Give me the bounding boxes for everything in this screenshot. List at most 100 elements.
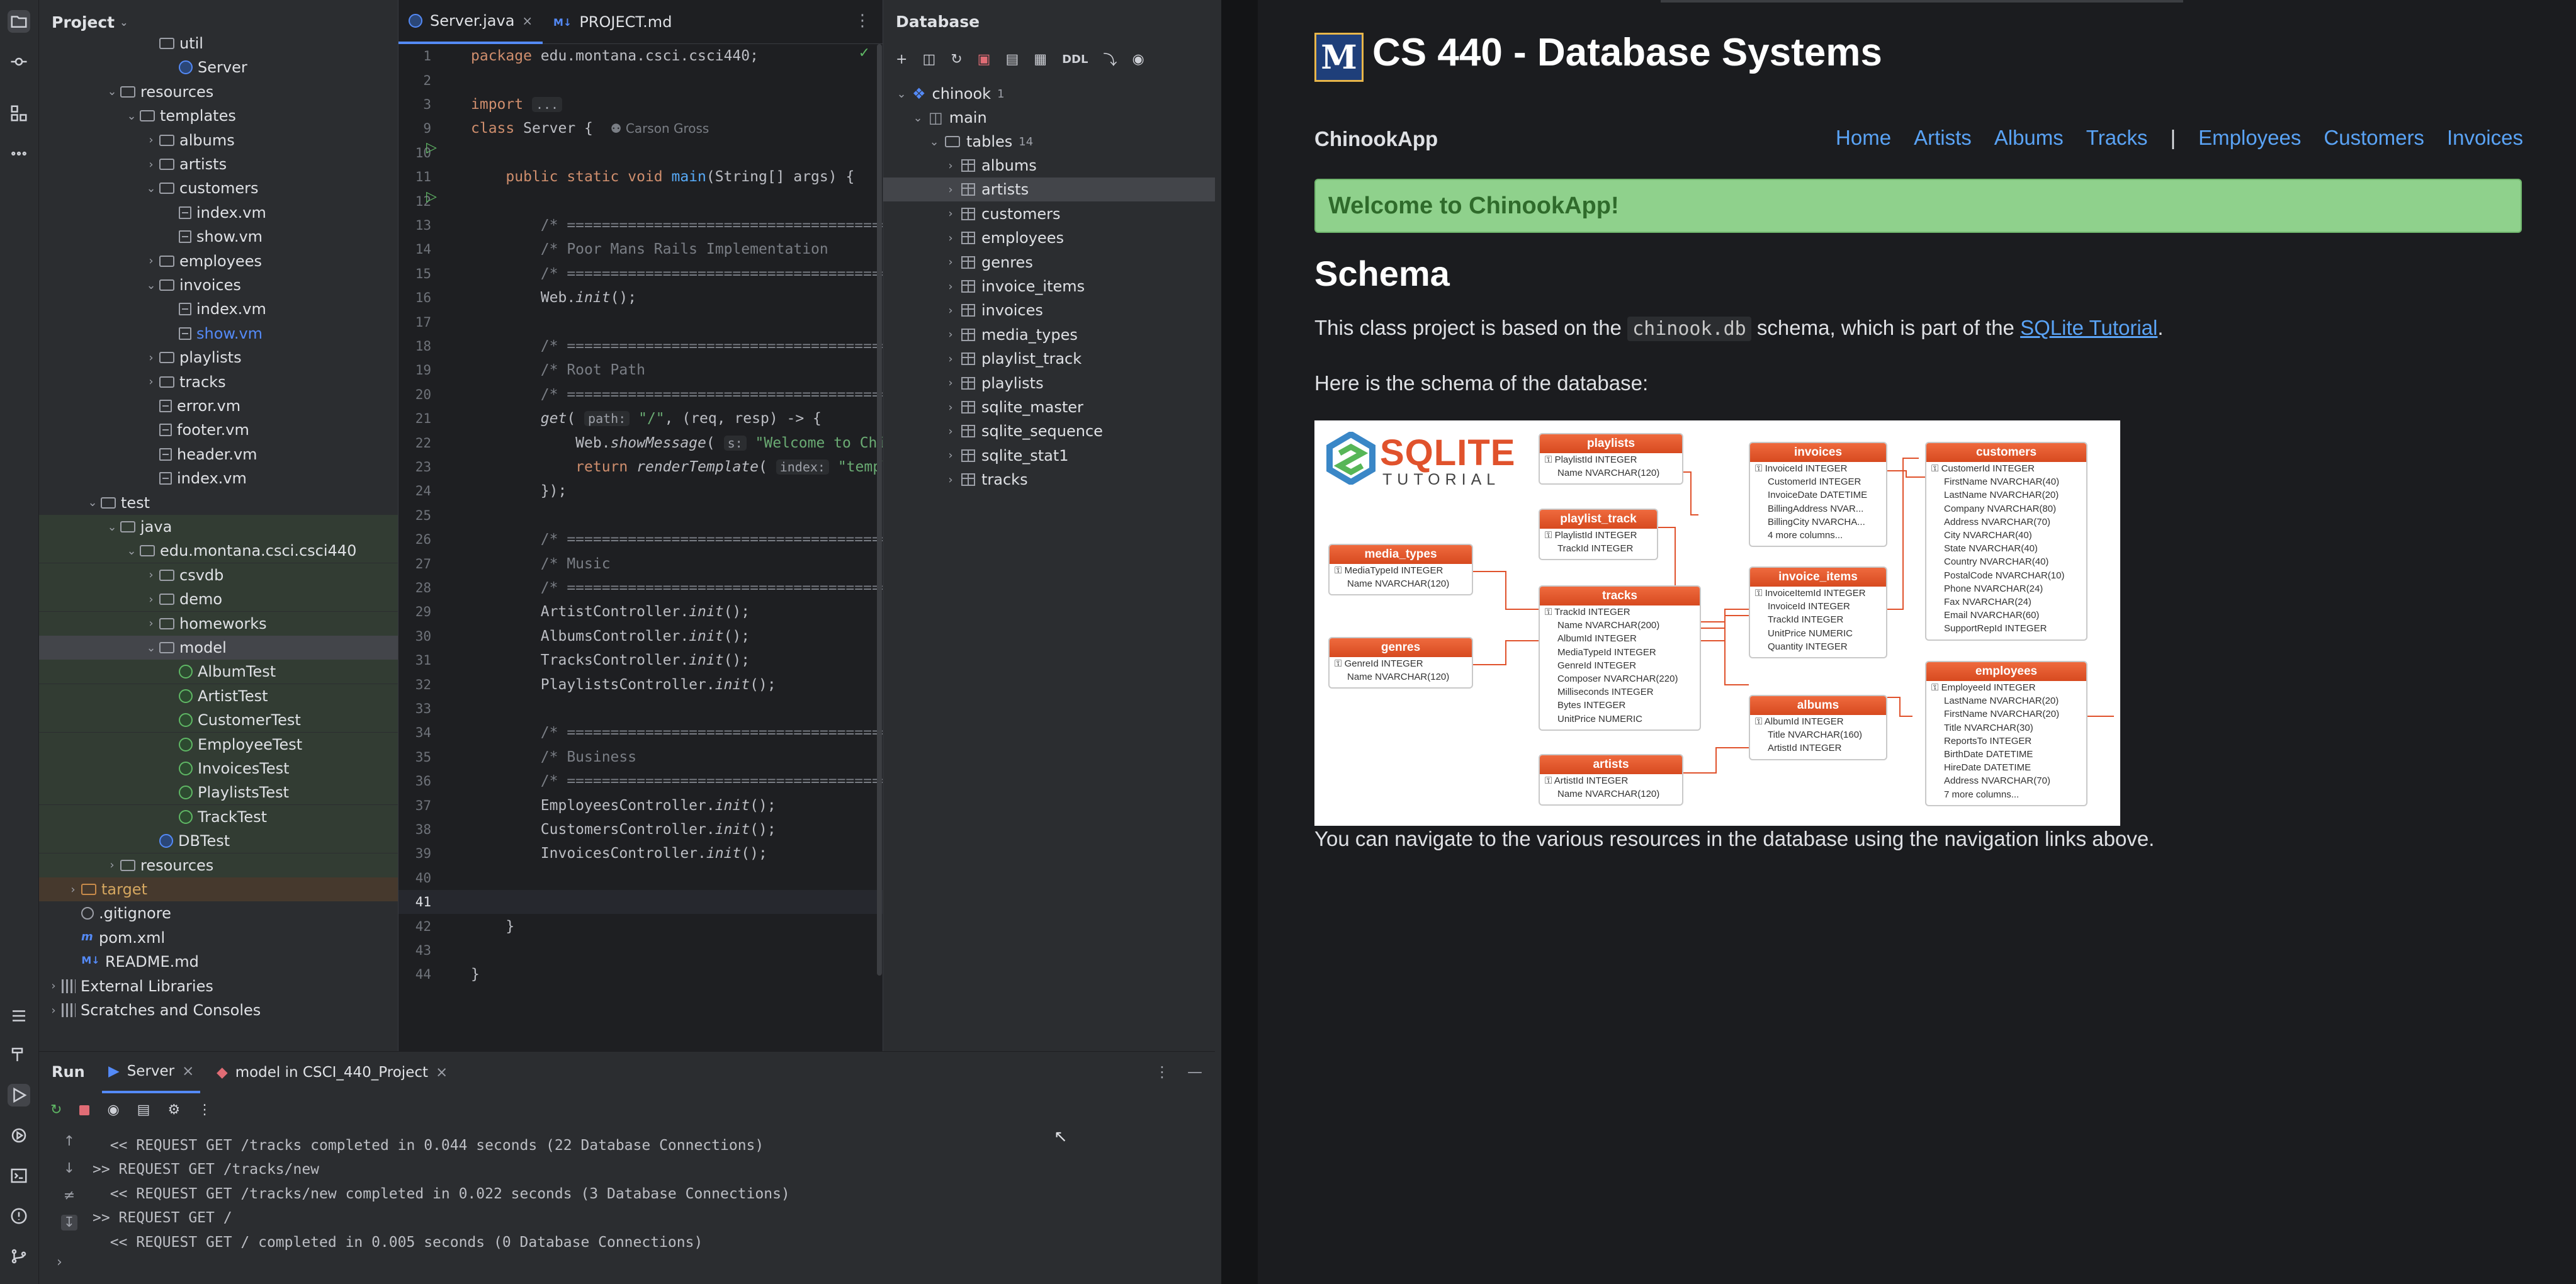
chevron-right-icon[interactable]: › xyxy=(47,979,60,993)
code-line[interactable]: 11 public static void main(String[] args… xyxy=(398,165,883,189)
tree-item[interactable]: › playlists xyxy=(39,346,398,369)
db-table-playlists[interactable]: › playlists xyxy=(883,371,1216,395)
code-line[interactable]: 37 EmployeesController.init(); xyxy=(398,793,883,817)
minimize-icon[interactable]: — xyxy=(1187,1063,1202,1081)
nav-link-tracks[interactable]: Tracks xyxy=(2086,126,2148,150)
db-table-playlist_track[interactable]: › playlist_track xyxy=(883,347,1216,371)
chevron-down-icon[interactable]: ⌄ xyxy=(144,279,158,292)
run-tab-server[interactable]: ▶ Server × xyxy=(102,1052,201,1093)
db-table-invoices[interactable]: › invoices xyxy=(883,298,1216,322)
chevron-right-icon[interactable]: › xyxy=(944,401,958,414)
chevron-down-icon[interactable]: ⌄ xyxy=(86,496,99,509)
tree-item[interactable]: › resources xyxy=(39,853,398,877)
code-line[interactable]: 29 ArtistController.init(); xyxy=(398,600,883,624)
run-gutter-icon[interactable]: ▷ xyxy=(426,189,437,205)
tree-item[interactable]: › target xyxy=(39,877,398,901)
nav-link-artists[interactable]: Artists xyxy=(1914,126,1972,150)
tree-item[interactable]: PlaylistsTest xyxy=(39,780,398,805)
nav-link-invoices[interactable]: Invoices xyxy=(2447,126,2523,150)
code-line[interactable]: 31 TracksController.init(); xyxy=(398,648,883,672)
chevron-right-icon[interactable]: › xyxy=(105,859,119,872)
options-icon[interactable]: ⋮ xyxy=(1155,1063,1170,1081)
tree-item[interactable]: › albums xyxy=(39,128,398,152)
code-line[interactable]: 23 return renderTemplate( index: "templa… xyxy=(398,455,917,479)
stop-icon[interactable]: ▣ xyxy=(978,52,991,67)
chevron-right-icon[interactable]: › xyxy=(47,1004,60,1017)
chevron-right-icon[interactable]: › xyxy=(944,376,958,390)
chevron-down-icon[interactable]: ⌄ xyxy=(125,544,138,558)
tab-server-java[interactable]: Server.java × xyxy=(398,0,543,44)
tree-item[interactable]: index.vm xyxy=(39,297,398,321)
chevron-right-icon[interactable]: › xyxy=(144,568,158,582)
db-table-customers[interactable]: › customers xyxy=(883,202,1216,226)
tree-item[interactable]: › employees xyxy=(39,249,398,273)
db-table-sqlite_sequence[interactable]: › sqlite_sequence xyxy=(883,419,1216,443)
filter-icon[interactable]: ⤵ xyxy=(1103,49,1117,69)
tree-item[interactable]: show.vm xyxy=(39,225,398,249)
run-icon[interactable] xyxy=(8,1084,30,1107)
build-hammer-icon[interactable] xyxy=(8,1044,30,1066)
problems-icon[interactable] xyxy=(8,1205,30,1227)
tree-item[interactable]: CustomerTest xyxy=(39,708,398,733)
code-line[interactable]: 30 AlbumsController.init(); xyxy=(398,624,883,648)
tree-item[interactable]: EmployeeTest xyxy=(39,732,398,757)
code-line[interactable]: 22 Web.showMessage( s: "Welcome to Chino… xyxy=(398,431,912,454)
tree-item[interactable]: Server xyxy=(39,55,398,79)
code-line[interactable]: 12 xyxy=(398,189,883,213)
chevron-right-icon[interactable]: › xyxy=(144,593,158,606)
code-line[interactable]: 26 /* ==================================… xyxy=(398,527,942,551)
nav-link-customers[interactable]: Customers xyxy=(2324,126,2424,150)
chevron-right-icon[interactable]: › xyxy=(144,158,158,171)
services-icon[interactable] xyxy=(8,1124,30,1147)
chevron-right-icon[interactable]: › xyxy=(144,133,158,147)
chevron-right-icon[interactable]: › xyxy=(944,425,958,438)
code-line[interactable]: 39 InvoicesController.init(); xyxy=(398,842,883,865)
tree-item[interactable]: › External Libraries xyxy=(39,974,398,998)
console-icon[interactable]: ▤ xyxy=(1005,52,1019,67)
tree-item[interactable]: ⌄ templates xyxy=(39,104,398,128)
chevron-right-icon[interactable]: › xyxy=(944,232,958,245)
code-line[interactable]: 14 /* Poor Mans Rails Implementation xyxy=(398,237,883,261)
structure-icon[interactable] xyxy=(8,102,30,125)
code-line[interactable]: 42 } xyxy=(398,914,883,938)
chevron-right-icon[interactable]: › xyxy=(944,328,958,341)
db-table-media_types[interactable]: › media_types xyxy=(883,323,1216,347)
nav-link-home[interactable]: Home xyxy=(1836,126,1891,150)
tree-item[interactable]: m pom.xml xyxy=(39,926,398,950)
chevron-down-icon[interactable]: ⌄ xyxy=(895,87,908,101)
code-line[interactable]: 10 xyxy=(398,141,883,165)
db-table-tracks[interactable]: › tracks xyxy=(883,468,1216,492)
stop-icon[interactable] xyxy=(79,1105,90,1115)
chevron-down-icon[interactable]: ⌄ xyxy=(125,110,138,123)
editor-scrollbar[interactable] xyxy=(877,44,882,976)
more-icon[interactable]: ⋮ xyxy=(198,1102,212,1118)
tree-item[interactable]: .gitignore xyxy=(39,901,398,925)
tree-item[interactable]: ⌄ edu.montana.csci.csci440 xyxy=(39,539,398,563)
code-line[interactable]: 32 PlaylistsController.init(); xyxy=(398,672,883,696)
tree-item[interactable]: M↓ README.md xyxy=(39,950,398,974)
chevron-down-icon[interactable]: ⌄ xyxy=(144,182,158,195)
tree-item[interactable]: InvoicesTest xyxy=(39,757,398,780)
code-line[interactable]: 13 /* ==================================… xyxy=(398,213,942,237)
tree-item[interactable]: ⌄ model xyxy=(39,636,398,660)
todo-list-icon[interactable] xyxy=(8,1005,30,1027)
tree-item[interactable]: ⌄ resources xyxy=(39,80,398,104)
code-line[interactable]: 20 /* ==================================… xyxy=(398,383,942,407)
chevron-right-icon[interactable]: › xyxy=(944,183,958,196)
tree-item[interactable]: AlbumTest xyxy=(39,660,398,684)
chevron-right-icon[interactable]: › xyxy=(944,207,958,220)
tree-item[interactable]: util xyxy=(39,31,398,55)
run-gutter-icon[interactable]: ▷ xyxy=(426,140,437,155)
chevron-down-icon[interactable]: ⌄ xyxy=(105,85,119,98)
db-table-sqlite_stat1[interactable]: › sqlite_stat1 xyxy=(883,444,1216,468)
code-line[interactable]: 16 Web.init(); xyxy=(398,286,883,310)
close-icon[interactable]: × xyxy=(436,1064,448,1081)
tree-item[interactable]: › Scratches and Consoles xyxy=(39,998,398,1022)
datasource-icon[interactable]: ◫ xyxy=(922,52,935,67)
tree-item[interactable]: footer.vm xyxy=(39,418,398,442)
chevron-right-icon[interactable]: › xyxy=(944,473,958,487)
chevron-right-icon[interactable]: › xyxy=(144,351,158,364)
arrow-down-icon[interactable]: ↓ xyxy=(64,1161,75,1176)
nav-link-employees[interactable]: Employees xyxy=(2198,126,2301,150)
code-line[interactable]: 41 xyxy=(398,890,883,915)
